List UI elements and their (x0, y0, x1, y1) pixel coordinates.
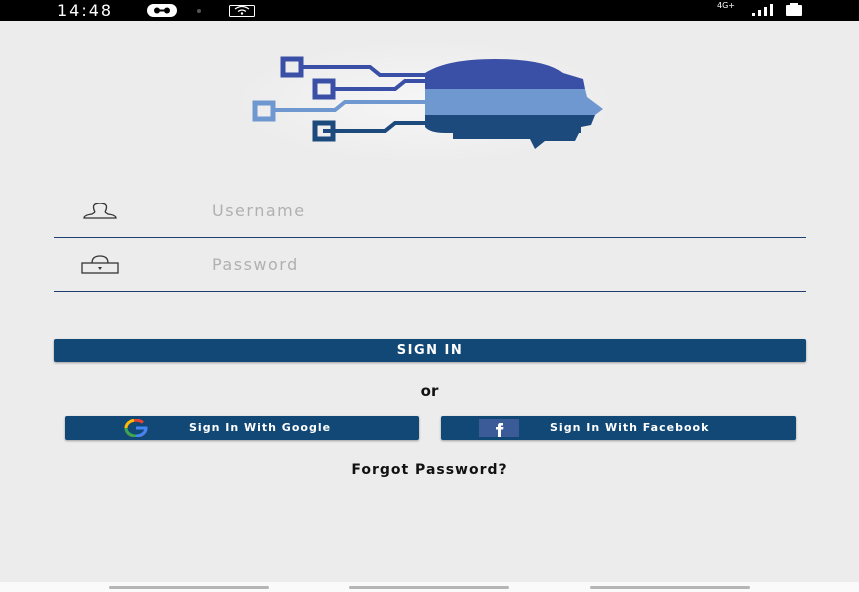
facebook-sign-in-button[interactable]: Sign In With Facebook (441, 416, 796, 440)
nav-back-button[interactable] (590, 586, 750, 589)
username-field (54, 183, 806, 238)
google-sign-in-button[interactable]: Sign In With Google (65, 416, 419, 440)
facebook-button-label: Sign In With Facebook (550, 421, 710, 434)
username-input[interactable] (210, 189, 774, 231)
ai-head-circuit-logo (230, 40, 620, 164)
google-icon (124, 419, 148, 437)
network-type-label: 4G+ (717, 1, 735, 10)
signal-icon (752, 4, 773, 16)
nav-recents-button[interactable] (109, 586, 269, 589)
password-input[interactable] (210, 243, 774, 285)
status-time: 14:48 (57, 1, 114, 20)
google-button-label: Sign In With Google (189, 421, 332, 434)
wifi-icon (229, 5, 255, 17)
nav-home-button[interactable] (349, 586, 509, 589)
password-field (54, 237, 806, 292)
battery-icon (786, 3, 802, 16)
notification-dot-icon (197, 9, 201, 13)
forgot-password-link[interactable]: Forgot Password? (0, 462, 859, 478)
sign-in-button[interactable]: SIGN IN (54, 339, 806, 362)
user-icon (83, 203, 117, 219)
status-bar: 14:48 4G+ (0, 0, 859, 21)
lock-icon (81, 255, 119, 274)
status-app-icon (147, 4, 177, 17)
or-separator: or (420, 382, 439, 400)
facebook-icon (479, 419, 519, 437)
